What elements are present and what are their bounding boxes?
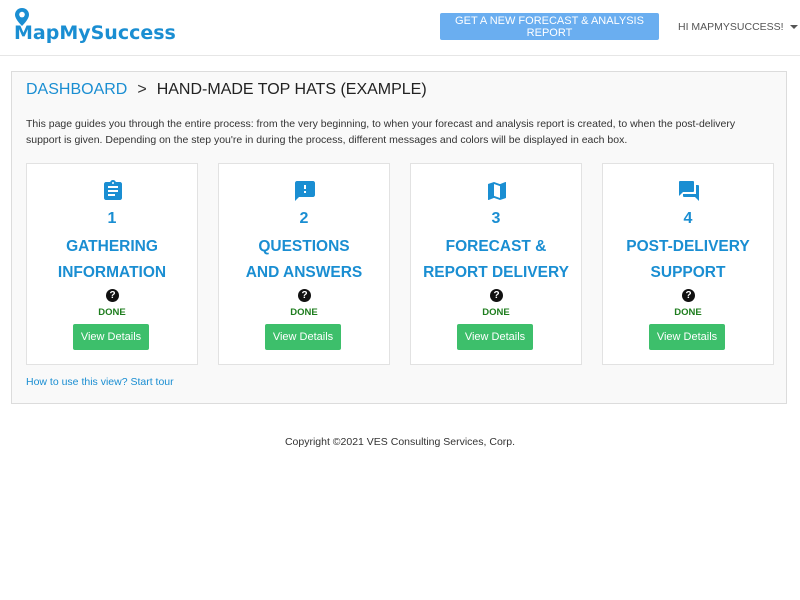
- chat-alert-icon: [295, 181, 315, 201]
- new-forecast-report-button[interactable]: GET A NEW FORECAST & ANALYSIS REPORT: [440, 13, 659, 40]
- help-icon[interactable]: ?: [682, 289, 695, 302]
- status-badge: DONE: [290, 307, 318, 318]
- view-details-button[interactable]: View Details: [73, 324, 149, 350]
- step-card-questions-and-answers: 2 QUESTIONS AND ANSWERS ? DONE View Deta…: [218, 163, 390, 365]
- footer-copyright: Copyright ©2021 VES Consulting Services,…: [284, 436, 516, 448]
- step-title-line1: QUESTIONS: [258, 238, 350, 255]
- breadcrumb-separator: >: [137, 81, 147, 98]
- help-icon[interactable]: ?: [298, 289, 311, 302]
- breadcrumb: DASHBOARD > HAND-MADE TOP HATS (EXAMPLE): [26, 81, 427, 99]
- start-tour-link[interactable]: How to use this view? Start tour: [26, 376, 174, 388]
- location-pin-icon: [15, 8, 29, 26]
- step-number: 2: [299, 210, 309, 227]
- intro-text: This page guides you through the entire …: [26, 118, 736, 146]
- caret-down-icon: [789, 24, 798, 29]
- step-card-post-delivery-support: 4 POST-DELIVERY SUPPORT ? DONE View Deta…: [602, 163, 774, 365]
- status-badge: DONE: [674, 307, 702, 318]
- logo-text: MapMySuccess: [14, 22, 176, 44]
- page-title: HAND-MADE TOP HATS (EXAMPLE): [156, 81, 427, 98]
- user-menu[interactable]: HI MAPMYSUCCESS!: [678, 13, 798, 40]
- step-title-line2: AND ANSWERS: [245, 264, 363, 281]
- top-navbar: MapMySuccess GET A NEW FORECAST & ANALYS…: [0, 0, 800, 56]
- clipboard-icon: [104, 180, 122, 200]
- step-title-line2: REPORT DELIVERY: [423, 264, 569, 281]
- status-badge: DONE: [482, 307, 510, 318]
- step-title: POST-DELIVERY SUPPORT: [603, 234, 773, 286]
- help-icon[interactable]: ?: [490, 289, 503, 302]
- step-title-line1: POST-DELIVERY: [626, 238, 750, 255]
- step-title: GATHERING INFORMATION: [27, 234, 197, 286]
- step-title: QUESTIONS AND ANSWERS: [219, 234, 389, 286]
- step-title-line2: SUPPORT: [650, 264, 726, 281]
- step-card-forecast-report-delivery: 3 FORECAST & REPORT DELIVERY ? DONE View…: [410, 163, 582, 365]
- step-number: 1: [107, 210, 117, 227]
- breadcrumb-dashboard-link[interactable]: DASHBOARD: [26, 81, 127, 99]
- logo[interactable]: MapMySuccess: [14, 8, 176, 44]
- forum-icon: [679, 181, 699, 201]
- view-details-button[interactable]: View Details: [649, 324, 725, 350]
- step-title-line1: FORECAST &: [445, 238, 547, 255]
- map-icon: [488, 182, 506, 200]
- help-icon[interactable]: ?: [106, 289, 119, 302]
- dashboard-panel: DASHBOARD > HAND-MADE TOP HATS (EXAMPLE)…: [11, 71, 787, 404]
- status-badge: DONE: [98, 307, 126, 318]
- view-details-button[interactable]: View Details: [457, 324, 533, 350]
- step-title-line1: GATHERING: [66, 238, 158, 255]
- view-details-button[interactable]: View Details: [265, 324, 341, 350]
- step-title-line2: INFORMATION: [57, 264, 167, 281]
- step-number: 4: [683, 210, 693, 227]
- step-number: 3: [491, 210, 501, 227]
- user-greeting: HI MAPMYSUCCESS!: [678, 20, 784, 33]
- step-title: FORECAST & REPORT DELIVERY: [411, 234, 581, 286]
- step-card-gathering-information: 1 GATHERING INFORMATION ? DONE View Deta…: [26, 163, 198, 365]
